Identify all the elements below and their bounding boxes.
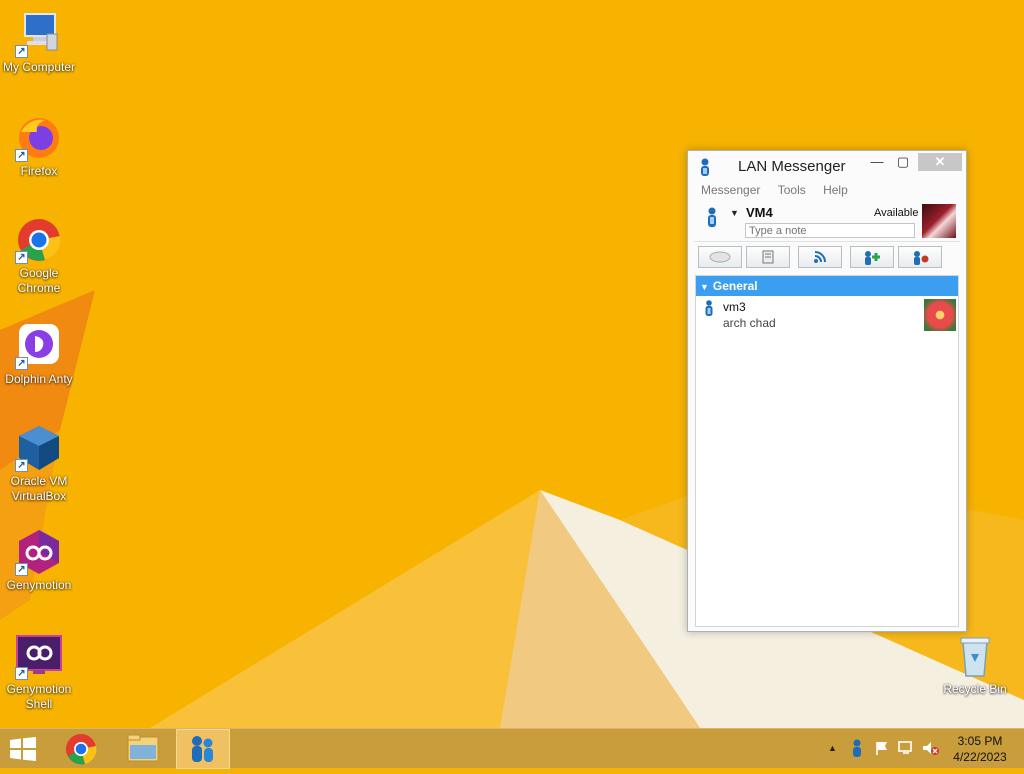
tray-lan-messenger-icon[interactable] (850, 739, 864, 760)
contact-status-icon (704, 300, 714, 316)
chrome-icon: ↗ (15, 216, 63, 264)
menu-help[interactable]: Help (816, 181, 855, 199)
shortcut-arrow-icon: ↗ (15, 45, 28, 58)
expand-triangle-icon: ▼ (700, 282, 709, 292)
genymotion-icon: ↗ (15, 528, 63, 576)
file-icon (762, 250, 774, 264)
desktop-icon-google-chrome[interactable]: ↗ Google Chrome (0, 216, 78, 296)
broadcast-icon (814, 251, 826, 263)
desktop-icon-label: Genymotion (6, 578, 72, 592)
start-button[interactable] (8, 737, 38, 761)
desktop-icon-oracle-vm-virtualbox[interactable]: ↗ Oracle VM VirtualBox (0, 424, 78, 504)
add-user-icon (865, 251, 880, 265)
maximize-button[interactable]: ▢ (890, 153, 916, 171)
note-input[interactable] (745, 223, 915, 238)
contact-avatar (924, 299, 956, 331)
shortcut-arrow-icon: ↗ (15, 149, 28, 162)
group-header-general[interactable]: ▼ General (696, 276, 958, 296)
windows-logo-icon (10, 737, 36, 761)
contact-note: arch chad (723, 316, 776, 330)
shortcut-arrow-icon: ↗ (15, 459, 28, 472)
lan-messenger-window: LAN Messenger — ▢ ✕ Messenger Tools Help… (687, 150, 967, 632)
shortcut-arrow-icon: ↗ (15, 251, 28, 264)
user-name: VM4 (746, 205, 773, 220)
shortcut-arrow-icon: ↗ (15, 357, 28, 370)
chat-bubble-icon (709, 251, 731, 263)
desktop-icon-genymotion-shell[interactable]: ↗ Genymotion Shell (0, 632, 78, 712)
dolphin-anty-icon: ↗ (15, 322, 63, 370)
desktop-icon-recycle-bin[interactable]: Recycle Bin (936, 632, 1014, 697)
lan-messenger-icon (698, 158, 712, 176)
contact-list: ▼ General vm3 arch chad (695, 275, 959, 627)
chrome-icon (66, 734, 97, 765)
desktop-icon-dolphin-anty[interactable]: ↗ Dolphin Anty (0, 322, 78, 387)
taskbar-file-explorer[interactable] (116, 729, 170, 769)
desktop-icon-my-computer[interactable]: ↗ My Computer (0, 10, 78, 75)
show-hidden-icons-icon[interactable]: ▲ (828, 743, 837, 753)
broadcast-button[interactable] (798, 246, 842, 268)
settings-button[interactable] (898, 246, 942, 268)
status-dropdown-icon[interactable]: ▼ (730, 208, 739, 218)
desktop-icon-label: Oracle VM VirtualBox (10, 474, 68, 503)
add-contact-button[interactable] (850, 246, 894, 268)
desktop-icon-genymotion[interactable]: ↗ Genymotion (0, 528, 78, 593)
desktop-icon-label: Google Chrome (17, 266, 61, 295)
minimize-button[interactable]: — (864, 153, 890, 171)
desktop-icon-firefox[interactable]: ↗ Firefox (0, 114, 78, 179)
clock-date: 4/22/2023 (953, 750, 1007, 764)
user-settings-icon (914, 251, 929, 265)
menu-messenger[interactable]: Messenger (694, 181, 767, 199)
close-button[interactable]: ✕ (918, 153, 962, 171)
window-title: LAN Messenger (738, 158, 846, 175)
group-name: General (712, 279, 758, 293)
lan-messenger-icon (192, 736, 213, 762)
desktop-icon-label: Genymotion Shell (6, 682, 72, 711)
virtualbox-icon: ↗ (15, 424, 63, 472)
folder-icon (127, 734, 159, 762)
contact-name: vm3 (723, 300, 746, 314)
computer-icon: ↗ (15, 10, 63, 58)
send-file-button[interactable] (746, 246, 790, 268)
firefox-icon: ↗ (15, 114, 63, 162)
genymotion-shell-icon: ↗ (15, 632, 63, 680)
desktop-icon-label: Firefox (20, 164, 58, 178)
volume-muted-icon[interactable] (921, 740, 939, 759)
user-avatar[interactable] (922, 204, 956, 238)
menu-tools[interactable]: Tools (771, 181, 813, 199)
desktop-icon-label: My Computer (2, 60, 76, 74)
user-status-icon[interactable] (706, 207, 718, 227)
recycle-bin-icon (951, 632, 999, 680)
clock-time: 3:05 PM (957, 734, 1003, 748)
user-profile-panel: ▼ VM4 Available (694, 201, 960, 241)
toolbar (694, 241, 960, 270)
system-clock[interactable]: 3:05 PM 4/22/2023 (945, 733, 1015, 765)
network-icon[interactable] (897, 740, 915, 759)
title-bar[interactable]: LAN Messenger — ▢ ✕ (688, 151, 966, 181)
taskbar: ▲ 3:05 PM 4/22/2023 (0, 728, 1024, 769)
taskbar-lan-messenger[interactable] (176, 729, 230, 769)
shortcut-arrow-icon: ↗ (15, 563, 28, 576)
shortcut-arrow-icon: ↗ (15, 667, 28, 680)
action-center-flag-icon[interactable] (874, 740, 890, 759)
contact-item[interactable]: vm3 arch chad (696, 296, 958, 332)
user-status: Available (874, 207, 919, 219)
menu-bar: Messenger Tools Help (694, 181, 960, 201)
desktop-icon-label: Dolphin Anty (5, 372, 73, 386)
chat-button[interactable] (698, 246, 742, 268)
taskbar-chrome[interactable] (54, 729, 108, 769)
desktop-icon-label: Recycle Bin (943, 682, 1007, 696)
